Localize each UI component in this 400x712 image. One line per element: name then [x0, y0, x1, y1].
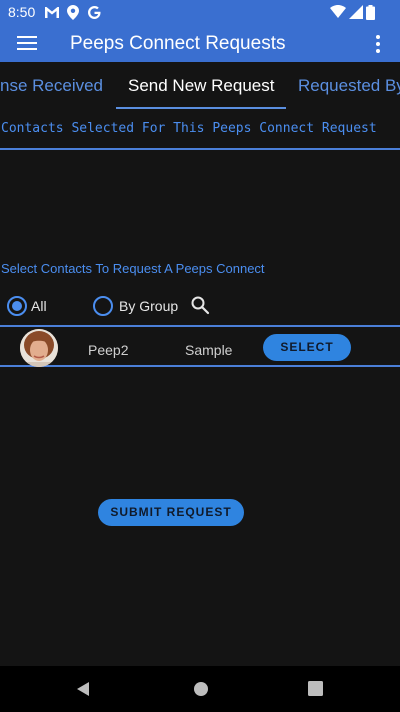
tab-bar: nse Received Send New Request Requested … — [0, 62, 400, 112]
contact-filter-radio-group: All By Group — [0, 294, 400, 320]
battery-icon — [366, 5, 375, 20]
contact-group: Sample — [185, 342, 233, 358]
radio-all-label[interactable]: All — [31, 298, 47, 314]
home-icon[interactable] — [193, 681, 209, 697]
location-icon — [67, 5, 79, 20]
select-contacts-label: Select Contacts To Request A Peeps Conne… — [1, 261, 265, 276]
radio-by-group-label[interactable]: By Group — [119, 298, 178, 314]
app-bar: Peeps Connect Requests — [0, 26, 400, 62]
hamburger-menu-icon[interactable] — [17, 35, 37, 51]
radio-by-group[interactable] — [93, 296, 113, 316]
gmail-icon — [45, 7, 59, 18]
tab-send-new-request[interactable]: Send New Request — [128, 76, 274, 96]
system-nav-bar — [0, 666, 400, 712]
google-icon — [88, 6, 101, 19]
status-time: 8:50 — [8, 4, 36, 20]
more-vert-icon[interactable] — [370, 34, 386, 54]
selected-contacts-heading: Contacts Selected For This Peeps Connect… — [1, 121, 377, 136]
page-title: Peeps Connect Requests — [70, 33, 286, 54]
tab-requested-by[interactable]: Requested By — [298, 76, 400, 96]
search-icon[interactable] — [190, 295, 210, 315]
screen: 8:50 Peeps Connect Requests nse Received… — [0, 0, 400, 712]
avatar — [20, 329, 58, 367]
signal-icon — [349, 5, 363, 19]
contact-name: Peep2 — [88, 342, 129, 358]
recents-icon[interactable] — [308, 681, 323, 696]
select-button[interactable]: SELECT — [263, 334, 351, 361]
submit-request-button[interactable]: SUBMIT REQUEST — [98, 499, 244, 526]
active-tab-indicator — [116, 107, 286, 109]
divider — [0, 148, 400, 150]
wifi-icon — [330, 5, 346, 18]
contact-row[interactable]: Peep2 Sample SELECT — [0, 325, 400, 367]
status-bar: 8:50 — [0, 0, 400, 26]
back-icon[interactable] — [75, 681, 91, 697]
radio-all[interactable] — [7, 296, 27, 316]
tab-response-received[interactable]: nse Received — [0, 76, 103, 96]
